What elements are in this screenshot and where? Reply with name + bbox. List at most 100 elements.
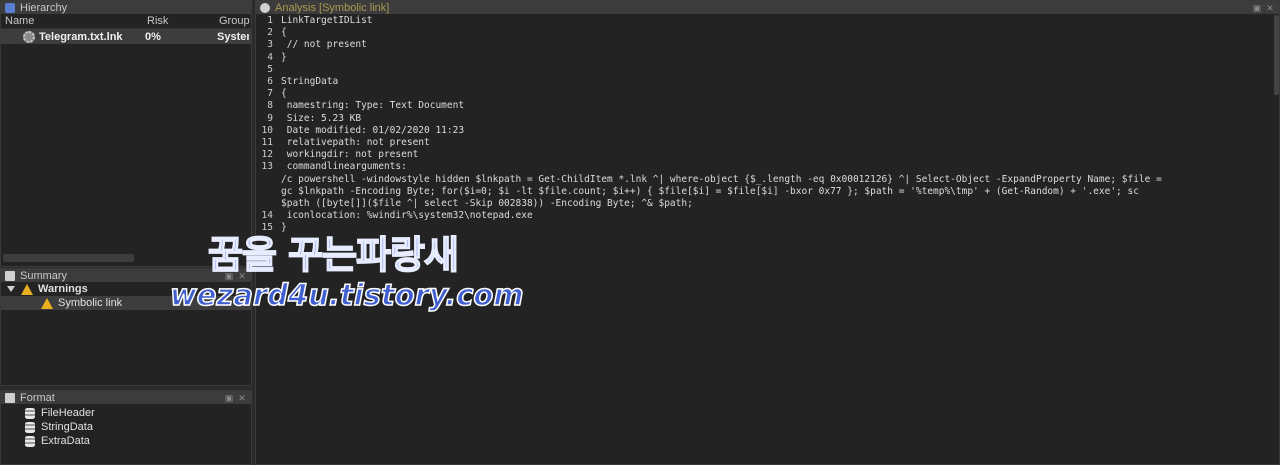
line-text: LinkTargetIDList (281, 15, 373, 26)
close-icon[interactable]: ✕ (237, 271, 247, 281)
summary-title: Summary (20, 269, 68, 282)
line-text: namestring: Type: Text Document (281, 100, 465, 112)
line-number: 14 (261, 210, 273, 222)
summary-icon (5, 270, 15, 281)
line-number: 10 (261, 124, 273, 136)
tree-item-label: Warnings (38, 283, 88, 295)
format-icon (5, 392, 15, 403)
column-header-group[interactable]: Group (219, 15, 251, 27)
line-number: 2 (267, 27, 273, 39)
line-number: 4 (267, 51, 273, 63)
code-line: 5 (256, 64, 1273, 76)
tree-item-label: Symbolic link (58, 297, 123, 309)
line-number: 3 (267, 39, 273, 51)
code-line: 6 StringData (256, 76, 1273, 88)
code-line: 15} (256, 222, 1273, 234)
line-text: } (281, 51, 287, 63)
warning-icon (21, 283, 33, 295)
code-line: 4} (256, 52, 1273, 64)
close-icon[interactable]: ✕ (237, 393, 247, 403)
format-item-fileheader[interactable]: FileHeader (1, 406, 251, 420)
format-header: Format ▣ ✕ (1, 391, 251, 404)
line-number: 7 (267, 88, 273, 100)
tree-item-symbolic-link[interactable]: Symbolic link (1, 296, 251, 310)
maximize-icon[interactable]: ▣ (1252, 3, 1262, 13)
chevron-down-icon[interactable] (7, 286, 15, 292)
format-item-stringdata[interactable]: StringData (1, 420, 251, 434)
hierarchy-icon (5, 2, 15, 13)
maximize-icon[interactable]: ▣ (224, 393, 234, 403)
row-group: Syster (217, 30, 249, 43)
hierarchy-column-headers: Name Risk Group (1, 14, 251, 29)
line-text: commandlinearguments: (281, 161, 407, 173)
database-icon (25, 407, 35, 419)
line-number: 9 (267, 112, 273, 124)
code-line: gc $lnkpath -Encoding Byte; for($i=0; $i… (256, 186, 1273, 198)
line-number: 13 (261, 161, 273, 173)
line-number: 1 (267, 15, 273, 26)
line-number: 11 (261, 137, 273, 149)
vertical-scrollbar[interactable] (1274, 15, 1279, 95)
code-line: 14 iconlocation: %windir%\system32\notep… (256, 210, 1273, 222)
line-text: Date modified: 01/02/2020 11:23 (281, 124, 465, 136)
line-text: { (281, 27, 287, 39)
line-text: // not present (281, 39, 367, 51)
table-row[interactable]: Telegram.txt.lnk 0% Syster (1, 29, 251, 44)
line-text: relativepath: not present (281, 137, 430, 149)
line-number (256, 198, 281, 210)
line-text: gc $lnkpath -Encoding Byte; for($i=0; $i… (281, 185, 1139, 197)
line-number: 5 (267, 63, 273, 75)
line-number (256, 186, 281, 198)
warning-icon (41, 297, 53, 309)
line-number: 6 (267, 76, 273, 88)
code-line: $path ([byte[]]($file ^| select -Skip 00… (256, 198, 1273, 210)
code-line: 1 LinkTargetIDList (256, 15, 1273, 27)
line-text: StringData (281, 76, 339, 88)
analysis-title: Analysis [Symbolic link] (275, 1, 390, 14)
code-line: 10 Date modified: 01/02/2020 11:23 (256, 125, 1273, 137)
database-icon (25, 435, 35, 447)
row-risk: 0% (145, 30, 161, 43)
analysis-panel: Analysis [Symbolic link] ▣ ✕ 1 LinkTarget… (255, 0, 1280, 465)
line-number: 8 (267, 100, 273, 112)
column-header-risk[interactable]: Risk (147, 15, 219, 27)
format-panel: Format ▣ ✕ FileHeader StringData ExtraDa… (0, 390, 252, 465)
tree-item-warnings[interactable]: Warnings (1, 282, 251, 296)
column-header-name[interactable]: Name (1, 15, 147, 27)
code-line: 3 // not present (256, 39, 1273, 51)
line-text: $path ([byte[]]($file ^| select -Skip 00… (281, 198, 693, 210)
code-line: /c powershell -windowstyle hidden $lnkpa… (256, 174, 1273, 186)
hierarchy-panel: Hierarchy Name Risk Group Telegram.txt.l… (0, 0, 252, 267)
code-line: 8 namestring: Type: Text Document (256, 100, 1273, 112)
code-line: 2{ (256, 27, 1273, 39)
summary-header: Summary ▣ ✕ (1, 269, 251, 282)
format-item-extradata[interactable]: ExtraData (1, 434, 251, 448)
line-text: { (281, 88, 287, 100)
analysis-header: Analysis [Symbolic link] ▣ ✕ (256, 1, 1279, 14)
line-text (281, 64, 1273, 76)
line-number (256, 174, 281, 186)
close-icon[interactable]: ✕ (1265, 3, 1275, 13)
line-text: } (281, 222, 287, 234)
format-item-label: ExtraData (41, 435, 90, 447)
line-number: 12 (261, 149, 273, 161)
line-text: /c powershell -windowstyle hidden $lnkpa… (281, 173, 1162, 185)
horizontal-scrollbar[interactable] (3, 254, 134, 262)
code-line: 12 workingdir: not present (256, 149, 1273, 161)
line-text: Size: 5.23 KB (281, 112, 362, 124)
code-view[interactable]: 1 LinkTargetIDList 2{3 // not present 4} 5 6 S… (256, 15, 1273, 235)
row-name: Telegram.txt.lnk (39, 30, 123, 43)
hierarchy-title: Hierarchy (20, 1, 68, 14)
code-line: 11 relativepath: not present (256, 137, 1273, 149)
code-line: 9 Size: 5.23 KB (256, 113, 1273, 125)
analysis-icon (260, 2, 270, 13)
format-item-label: StringData (41, 421, 93, 433)
code-line: 13 commandlinearguments: (256, 161, 1273, 173)
maximize-icon[interactable]: ▣ (224, 271, 234, 281)
line-text: iconlocation: %windir%\system32\notepad.… (281, 210, 533, 222)
line-text: workingdir: not present (281, 149, 419, 161)
code-line: 7{ (256, 88, 1273, 100)
hierarchy-header: Hierarchy (1, 1, 251, 14)
summary-panel: Summary ▣ ✕ Warnings Symbolic link (0, 268, 252, 386)
format-item-label: FileHeader (41, 407, 95, 419)
